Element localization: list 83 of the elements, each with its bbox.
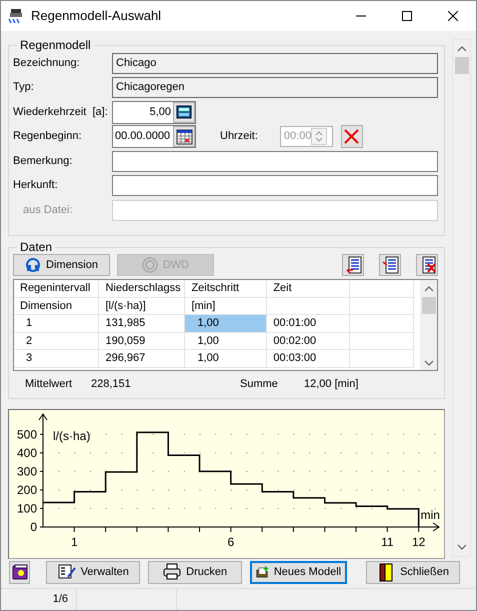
append-list-icon	[382, 256, 398, 274]
scroll-down-icon[interactable]	[424, 359, 434, 367]
action-button[interactable]: Verwalten	[46, 561, 140, 584]
calculator-icon	[176, 105, 192, 119]
field-label: Regenbeginn:	[13, 129, 83, 144]
append-row-button[interactable]	[379, 254, 401, 276]
scroll-down-icon[interactable]	[456, 543, 466, 551]
scroll-thumb[interactable]	[422, 297, 436, 314]
insert-list-icon	[344, 256, 362, 274]
input-field[interactable]: Chicago	[112, 52, 438, 74]
close-icon	[448, 11, 458, 21]
column-unit: Dimension	[14, 297, 99, 314]
field-label: Bemerkung:	[13, 154, 74, 169]
scroll-thumb[interactable]	[454, 57, 468, 74]
column-header: Zeitschritt	[184, 280, 267, 297]
calendar-button[interactable]	[173, 126, 195, 147]
window-title: Regenmodell-Auswahl	[31, 7, 162, 26]
y-tick-label: 500	[16, 427, 37, 442]
y-tick-label: 0	[30, 520, 37, 534]
clear-button[interactable]	[340, 125, 363, 148]
scroll-bar[interactable]	[420, 280, 437, 370]
table-cell[interactable]: 00:03:00	[266, 350, 350, 367]
scroll-up-icon[interactable]	[456, 45, 466, 53]
table-cell[interactable]: 1,00	[184, 332, 267, 350]
column-header: Zeit	[266, 280, 350, 297]
x-tick-label: 6	[227, 535, 234, 549]
summary-value: 12,00 [min]	[304, 377, 358, 392]
field-label: Herkunft:	[13, 178, 59, 194]
input-field[interactable]: Chicagoregen	[112, 77, 438, 98]
scroll-up-icon[interactable]	[424, 285, 434, 293]
input-field[interactable]: 5,00	[112, 100, 196, 124]
x-tick-label: 1	[70, 535, 78, 549]
field-label: Uhrzeit:	[220, 129, 258, 144]
table-cell[interactable]: 00:01:00	[266, 314, 350, 332]
x-axis-label: min	[420, 508, 440, 522]
input-field[interactable]	[112, 175, 438, 196]
field-label: Wiederkehrzeit [a]:	[13, 104, 109, 120]
scroll-bar[interactable]	[452, 39, 471, 557]
y-axis-label: l/(s·ha)	[53, 429, 90, 443]
column-header: Niederschlagss	[98, 280, 185, 297]
app-icon	[7, 7, 25, 25]
group-title: Daten	[19, 240, 54, 254]
delete-icon	[343, 128, 360, 145]
group-title: Regenmodell	[19, 38, 92, 52]
x-tick-label: 12	[412, 535, 426, 549]
spin-icon	[311, 128, 328, 145]
action-button[interactable]: Drucken	[148, 561, 242, 584]
field-label: aus Datei:	[22, 202, 74, 218]
table-cell[interactable]: 131,985	[98, 314, 185, 332]
help-button[interactable]	[9, 561, 30, 584]
insert-row-button[interactable]	[342, 254, 364, 276]
table-cell[interactable]: 00:02:00	[266, 332, 350, 350]
headset-icon	[25, 257, 42, 273]
y-tick-label: 400	[16, 446, 37, 460]
action-button[interactable]: Neues Modell	[250, 561, 348, 584]
y-tick-label: 200	[16, 482, 37, 497]
x-tick-label: 11	[381, 535, 394, 549]
calendar-icon	[176, 128, 192, 144]
field-label: Bezeichnung:	[13, 56, 81, 71]
table-cell[interactable]: 1	[14, 314, 99, 332]
input-field[interactable]	[112, 150, 438, 172]
summary-label: Summe	[240, 377, 279, 392]
column-unit: [l/(s·ha)]	[98, 297, 185, 314]
table-cell[interactable]: 3	[14, 350, 99, 367]
table-cell[interactable]: 1,00	[184, 350, 267, 367]
calculator-button[interactable]	[173, 102, 195, 122]
y-tick-label: 300	[16, 464, 37, 478]
summary-value: 228,151	[91, 377, 132, 392]
action-button[interactable]: Schließen	[366, 561, 460, 584]
summary-label: Mittelwert	[25, 377, 74, 392]
table-cell[interactable]: 296,967	[98, 350, 185, 367]
column-header: Regenintervall	[14, 280, 99, 297]
status-text: 1/6	[52, 592, 68, 608]
table-cell[interactable]: 2	[14, 332, 99, 350]
field-label: Typ:	[13, 80, 35, 96]
y-tick-label: 100	[16, 501, 37, 516]
toolbar-button[interactable]: Dimension	[13, 254, 110, 276]
printer-icon	[163, 563, 182, 582]
maximize-icon	[402, 11, 412, 21]
delete-row-button[interactable]	[416, 254, 438, 276]
table-cell[interactable]: 190,059	[98, 332, 185, 350]
input-field[interactable]: 00.00.0000	[112, 125, 196, 148]
table-cell[interactable]: 1,00	[184, 314, 267, 332]
